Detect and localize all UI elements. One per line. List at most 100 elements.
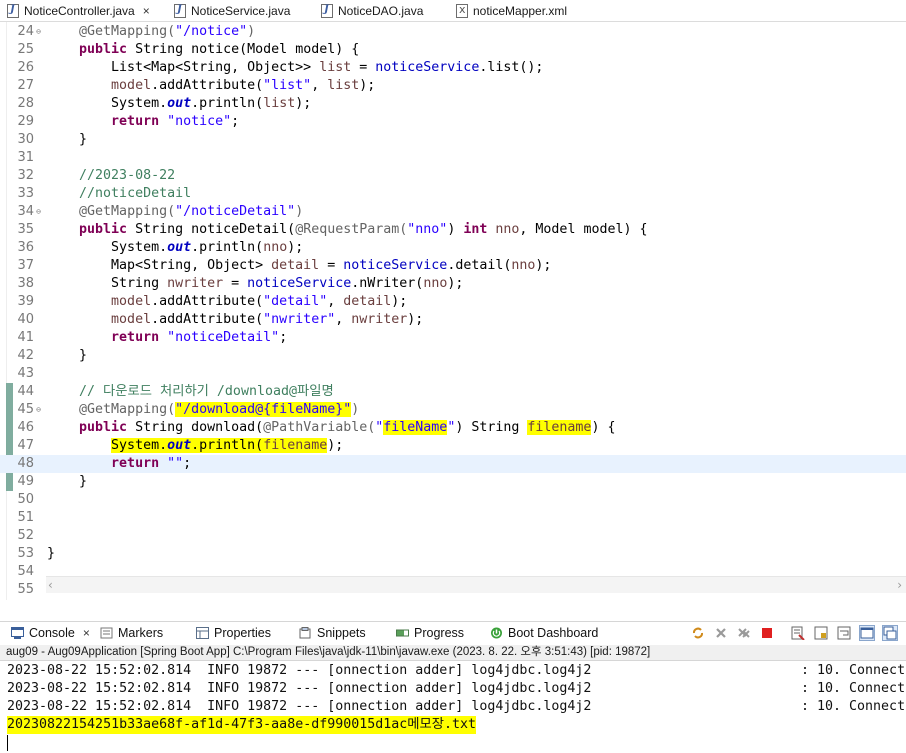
fold-collapse-icon[interactable]: ⊖ [34,27,43,36]
code-token: = [223,276,248,291]
code-token: ) [247,24,256,39]
code-token: System. [47,240,168,255]
remove-launch-icon[interactable] [713,625,729,641]
code-token: = [351,60,376,75]
code-token: Map<String, Object> [47,258,272,273]
code-token: ); [287,240,304,255]
line-number: 33 [17,186,34,201]
code-text: public String download(@PathVariable("fi… [47,419,615,437]
code-token: ; [279,330,288,345]
code-line: 26 List<Map<String, Object>> list = noti… [0,59,906,77]
code-text: return "noticeDetail"; [47,329,287,347]
console-log-message: : 10. Connect [801,663,906,678]
tab-notice-mapper[interactable]: noticeMapper.xml [456,1,567,20]
fold-collapse-icon[interactable]: ⊖ [34,405,43,414]
line-number: 40 [17,312,34,327]
close-icon[interactable]: × [143,4,150,18]
code-token: "nno" [407,222,448,237]
code-token: } [47,348,88,363]
scroll-right-icon[interactable]: › [897,578,902,592]
line-number: 26 [17,60,34,75]
code-token: "nwriter" [263,312,336,327]
scroll-lock-icon[interactable] [813,625,829,641]
remove-all-icon[interactable] [736,625,752,641]
display-console-icon[interactable] [882,625,898,641]
code-token: //2023-08-22 [79,168,176,183]
code-token: } [47,546,56,561]
launch-description: aug09 - Aug09Application [Spring Boot Ap… [0,645,906,661]
code-token: @GetMapping( [79,24,176,39]
code-token: System. [111,438,168,453]
code-token: public [79,42,128,57]
line-number: 46 [17,420,34,435]
snippets-icon [299,627,312,639]
code-token: fileName [383,420,448,435]
tab-notice-service[interactable]: NoticeService.java [174,1,290,20]
code-token: , [335,312,352,327]
code-text: public String noticeDetail(@RequestParam… [47,221,647,239]
xml-file-icon [456,3,468,18]
code-token: nno [511,258,536,273]
code-line: 48 return ""; [0,455,906,473]
sync-icon[interactable] [690,625,706,641]
tab-notice-dao[interactable]: NoticeDAO.java [321,1,423,20]
code-token: ); [359,78,376,93]
line-number: 30 [17,132,34,147]
scroll-left-icon[interactable]: ‹ [48,578,53,592]
code-token: } [47,474,88,489]
code-token: "/notice" [175,24,248,39]
line-number: 55 [17,582,34,597]
clear-console-icon[interactable] [790,625,806,641]
tab-boot-dashboard[interactable]: Boot Dashboard [490,626,598,640]
console-log-message: : 10. Connect [801,681,906,696]
console-output[interactable]: 2023-08-22 15:52:02.814 INFO 19872 --- [… [0,661,906,753]
line-number: 49 [17,474,34,489]
code-editor[interactable]: 24 ⊖ @GetMapping("/notice") 25 public Stri… [0,22,906,600]
code-line: 34 ⊖ @GetMapping("/noticeDetail") [0,203,906,221]
line-number: 37 [17,258,34,273]
code-token: int [463,222,488,237]
code-token: model [111,294,152,309]
code-line: 28 System.out.println(list); [0,95,906,113]
tab-progress[interactable]: Progress [396,626,464,640]
tab-notice-controller[interactable]: NoticeController.java × [7,1,150,20]
line-number: 43 [17,366,34,381]
fold-collapse-icon[interactable]: ⊖ [34,207,43,216]
code-token: ); [535,258,552,273]
terminate-icon[interactable] [759,625,775,641]
tab-properties[interactable]: Properties [196,626,271,640]
tab-markers[interactable]: Markers [100,626,163,640]
word-wrap-icon[interactable] [836,625,852,641]
code-token: nwriter [167,276,224,291]
code-token: nno [495,222,520,237]
code-token: //noticeDetail [79,186,192,201]
line-number: 51 [17,510,34,525]
code-token: filename [527,420,592,435]
code-token: @GetMapping( [79,204,176,219]
code-token: } [47,132,88,147]
close-icon[interactable]: × [83,626,90,640]
tab-snippets[interactable]: Snippets [299,626,366,640]
horizontal-scrollbar[interactable]: ‹ › [46,576,906,593]
properties-icon [196,627,209,639]
pin-console-icon[interactable] [859,625,875,641]
code-token: // 다운로드 처리하기 /download@파일명 [79,384,334,399]
line-number: 28 [17,96,34,111]
code-token: noticeService [375,60,480,75]
code-line: 41 return "noticeDetail"; [0,329,906,347]
line-number: 24 [17,24,34,39]
tab-console[interactable]: Console × [11,626,90,640]
code-token: .addAttribute( [151,294,264,309]
code-token: ); [447,276,464,291]
code-token: nno [263,240,288,255]
code-line: 37 Map<String, Object> detail = noticeSe… [0,257,906,275]
line-number: 53 [17,546,34,561]
code-text: List<Map<String, Object>> list = noticeS… [47,59,543,77]
code-text: System.out.println(list); [47,95,311,113]
code-token: .detail( [447,258,512,273]
